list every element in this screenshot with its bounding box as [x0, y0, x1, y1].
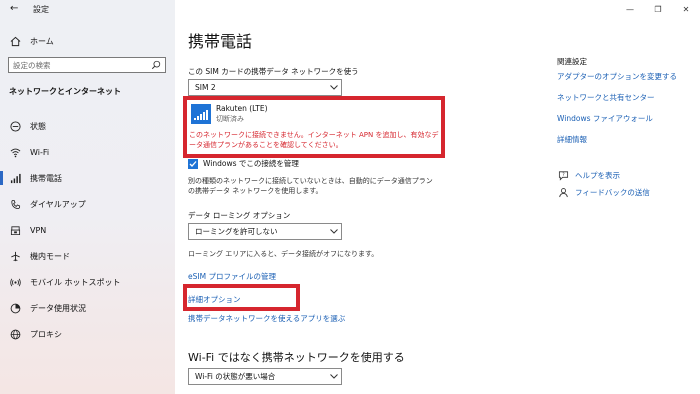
sidebar-item-airplane[interactable]: 機内モード: [0, 243, 175, 269]
title-bar: ← 設定: [0, 0, 175, 18]
auto-connect-description: 別の種類のネットワークに接続していないときは、自動的にデータ通信プランの携帯デー…: [188, 177, 433, 195]
close-button[interactable]: ✕: [672, 0, 700, 18]
home-label: ホーム: [30, 36, 54, 46]
sidebar-item-label: データ使用状況: [30, 303, 86, 313]
nav-home[interactable]: ホーム: [0, 32, 175, 50]
hotspot-icon: [9, 276, 21, 288]
sidebar-item-data-usage[interactable]: データ使用状況: [0, 295, 175, 321]
proxy-icon: [9, 328, 21, 340]
manage-connection-checkbox[interactable]: Windows でこの接続を管理: [188, 158, 299, 169]
maximize-button[interactable]: ❐: [644, 0, 672, 18]
window-controls: — ❐ ✕: [616, 0, 700, 18]
sidebar-item-label: ダイヤルアップ: [30, 199, 86, 209]
wifi-preference-select[interactable]: Wi-Fi の状態が悪い場合: [188, 368, 342, 385]
feedback-icon: [557, 186, 569, 198]
network-error-message: このネットワークに接続できません。インターネット APN を追加し、有効なデータ…: [189, 131, 439, 149]
sidebar-item-label: 状態: [30, 121, 46, 131]
chevron-down-icon: [327, 371, 341, 383]
sidebar-item-dialup[interactable]: ダイヤルアップ: [0, 191, 175, 217]
checkbox-label: Windows でこの接続を管理: [203, 159, 299, 168]
sidebar-item-cellular[interactable]: 携帯電話: [0, 165, 175, 191]
vpn-icon: [9, 224, 21, 236]
roaming-description: ローミング エリアに入ると、データ接続がオフになります。: [188, 250, 379, 258]
cellular-icon: [9, 172, 21, 184]
sim-select[interactable]: SIM 2: [188, 79, 342, 96]
search-input[interactable]: 設定の検索: [8, 57, 166, 73]
cellular-signal-icon: [191, 104, 211, 124]
nav-list: 状態 Wi-Fi 携帯電話 ダイヤルアップ VPN 機内モード モバイル ホット…: [0, 113, 175, 347]
get-help-row[interactable]: ? ヘルプを表示: [557, 169, 620, 181]
sidebar-item-label: Wi-Fi: [30, 147, 50, 157]
sidebar-item-wifi[interactable]: Wi-Fi: [0, 139, 175, 165]
section-title-wifi-vs-cellular: Wi-Fi ではなく携帯ネットワークを使用する: [188, 351, 405, 364]
sim-select-value: SIM 2: [195, 83, 216, 92]
minimize-button[interactable]: —: [616, 0, 644, 18]
roaming-label: データ ローミング オプション: [188, 211, 291, 220]
help-icon: ?: [557, 169, 569, 181]
wifi-icon: [9, 146, 21, 158]
network-card[interactable]: Rakuten (LTE) 切断済み このネットワークに接続できません。インター…: [183, 96, 445, 158]
network-status: 切断済み: [216, 115, 244, 123]
app-title: 設定: [33, 5, 49, 14]
section-title: ネットワークとインターネット: [9, 87, 121, 96]
airplane-icon: [9, 250, 21, 262]
sidebar-item-label: 携帯電話: [30, 173, 62, 183]
main-content: — ❐ ✕ 携帯電話 この SIM カードの携帯データ ネットワークを使う SI…: [175, 0, 700, 394]
back-arrow-icon[interactable]: ←: [10, 3, 18, 14]
dialup-icon: [9, 198, 21, 210]
sidebar-item-label: 機内モード: [30, 251, 70, 261]
sidebar-item-status[interactable]: 状態: [0, 113, 175, 139]
roaming-select-value: ローミングを許可しない: [195, 227, 278, 236]
feedback-link: フィードバックの送信: [575, 187, 650, 197]
windows-firewall-link[interactable]: Windows ファイアウォール: [557, 113, 653, 124]
sim-label: この SIM カードの携帯データ ネットワークを使う: [188, 67, 359, 76]
feedback-row[interactable]: フィードバックの送信: [557, 186, 650, 198]
sidebar-item-label: プロキシ: [30, 329, 62, 339]
sidebar: ← 設定 ホーム 設定の検索 ネットワークとインターネット 状態 Wi-Fi 携…: [0, 0, 175, 394]
advanced-options-link[interactable]: 詳細オプション: [188, 294, 241, 305]
home-icon: [9, 35, 21, 47]
sidebar-item-vpn[interactable]: VPN: [0, 217, 175, 243]
more-info-link[interactable]: 詳細情報: [557, 134, 587, 145]
search-placeholder: 設定の検索: [13, 60, 51, 70]
search-icon[interactable]: [150, 59, 162, 71]
sidebar-item-label: モバイル ホットスポット: [30, 277, 121, 287]
roaming-select[interactable]: ローミングを許可しない: [188, 223, 342, 240]
network-name: Rakuten (LTE): [216, 104, 268, 113]
sidebar-item-proxy[interactable]: プロキシ: [0, 321, 175, 347]
wifi-preference-value: Wi-Fi の状態が悪い場合: [195, 372, 276, 381]
data-usage-icon: [9, 302, 21, 314]
get-help-link: ヘルプを表示: [575, 170, 620, 180]
sidebar-item-label: VPN: [30, 225, 47, 235]
esim-profile-link[interactable]: eSIM プロファイルの管理: [188, 271, 276, 282]
chevron-down-icon: [327, 226, 341, 238]
network-sharing-center-link[interactable]: ネットワークと共有センター: [557, 92, 655, 103]
adapter-options-link[interactable]: アダプターのオプションを変更する: [557, 71, 677, 82]
sidebar-item-hotspot[interactable]: モバイル ホットスポット: [0, 269, 175, 295]
page-title: 携帯電話: [188, 32, 253, 51]
related-settings-title: 関連設定: [557, 57, 587, 66]
choose-apps-link[interactable]: 携帯データネットワークを使えるアプリを選ぶ: [188, 313, 345, 324]
status-icon: [9, 120, 21, 132]
checkmark-icon: [188, 158, 198, 169]
chevron-down-icon: [327, 82, 341, 94]
